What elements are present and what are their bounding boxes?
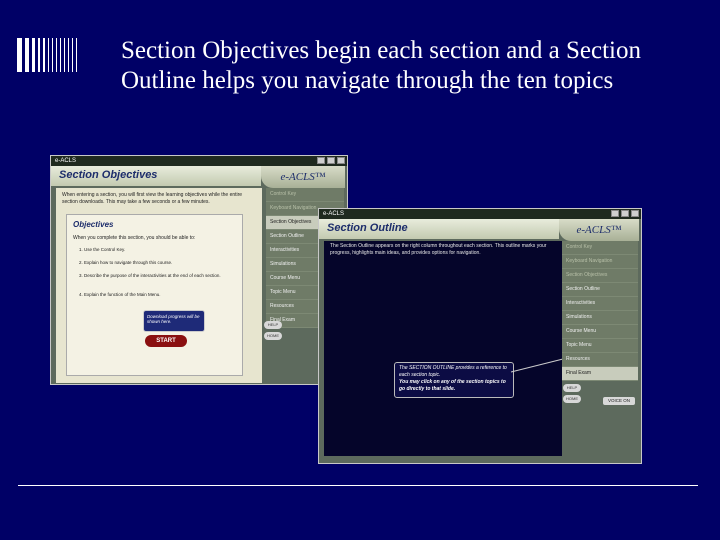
window-titlebar: e-ACLS — [51, 156, 347, 166]
nav-item-section-outline[interactable]: Section Outline — [562, 283, 638, 297]
objectives-box: Objectives When you complete this sectio… — [66, 214, 243, 376]
tooltip-pointer-line — [510, 357, 568, 373]
content-pane: When entering a section, you will first … — [56, 188, 262, 383]
intro-text: The Section Outline appears on the right… — [330, 243, 547, 256]
slide-title: Section Objectives begin each section an… — [121, 37, 641, 94]
window-titlebar: e-ACLS — [319, 209, 641, 219]
bottom-divider — [18, 485, 698, 486]
nav-item-interactivities[interactable]: Interactivities — [562, 297, 638, 311]
nav-item-control-key[interactable]: Control Key — [266, 188, 344, 202]
objective-item: 3. Describe the purpose of the interacti… — [79, 273, 221, 278]
objectives-heading: Objectives — [73, 220, 114, 229]
title-bullet-decoration — [17, 38, 77, 72]
maximize-button[interactable] — [327, 157, 335, 164]
nav-item-simulations[interactable]: Simulations — [562, 311, 638, 325]
nav-item-section-objectives[interactable]: Section Objectives — [562, 269, 638, 283]
nav-item-final-exam[interactable]: Final Exam — [562, 367, 638, 381]
section-outline-nav: Control Key Keyboard Navigation Section … — [562, 241, 638, 381]
nav-item-control-key[interactable]: Control Key — [562, 241, 638, 255]
objectives-subheading: When you complete this section, you shou… — [73, 235, 196, 241]
nav-item-course-menu[interactable]: Course Menu — [562, 325, 638, 339]
help-button[interactable]: HELP — [563, 384, 581, 392]
minimize-button[interactable] — [611, 210, 619, 217]
window-header: Section Objectives — [51, 166, 261, 186]
objective-item: 2. Explain how to navigate through this … — [79, 260, 173, 265]
section-title: Section Objectives — [59, 169, 158, 181]
nav-item-topic-menu[interactable]: Topic Menu — [562, 339, 638, 353]
section-objectives-window: e-ACLS Section Objectives e-ACLS™ When e… — [50, 155, 348, 385]
window-header: Section Outline — [319, 219, 559, 239]
objective-item: 1. Use the Control Key. — [79, 247, 126, 252]
section-outline-window: e-ACLS Section Outline e-ACLS™ The Secti… — [318, 208, 642, 464]
eacls-logo: e-ACLS™ — [261, 166, 345, 188]
download-tooltip: Download progress will be shown here. — [143, 310, 205, 332]
tooltip-line: The SECTION OUTLINE provides a reference… — [399, 365, 507, 378]
objective-item: 4. Explain the function of the Main Menu… — [79, 292, 161, 297]
section-outline-tooltip: The SECTION OUTLINE provides a reference… — [394, 362, 514, 398]
home-button[interactable]: HOME — [264, 332, 282, 340]
maximize-button[interactable] — [621, 210, 629, 217]
help-button[interactable]: HELP — [264, 321, 282, 329]
eacls-logo: e-ACLS™ — [559, 219, 639, 241]
content-pane: The Section Outline appears on the right… — [324, 241, 562, 456]
tooltip-line: You may click on any of the section topi… — [399, 379, 506, 392]
minimize-button[interactable] — [317, 157, 325, 164]
nav-item-resources[interactable]: Resources — [562, 353, 638, 367]
close-button[interactable] — [337, 157, 345, 164]
voice-toggle-button[interactable]: VOICE ON — [603, 397, 635, 405]
section-title: Section Outline — [327, 222, 408, 234]
start-button[interactable]: START — [145, 335, 187, 347]
close-button[interactable] — [631, 210, 639, 217]
home-button[interactable]: HOME — [563, 395, 581, 403]
intro-text: When entering a section, you will first … — [62, 192, 243, 205]
nav-item-keyboard-navigation[interactable]: Keyboard Navigation — [562, 255, 638, 269]
